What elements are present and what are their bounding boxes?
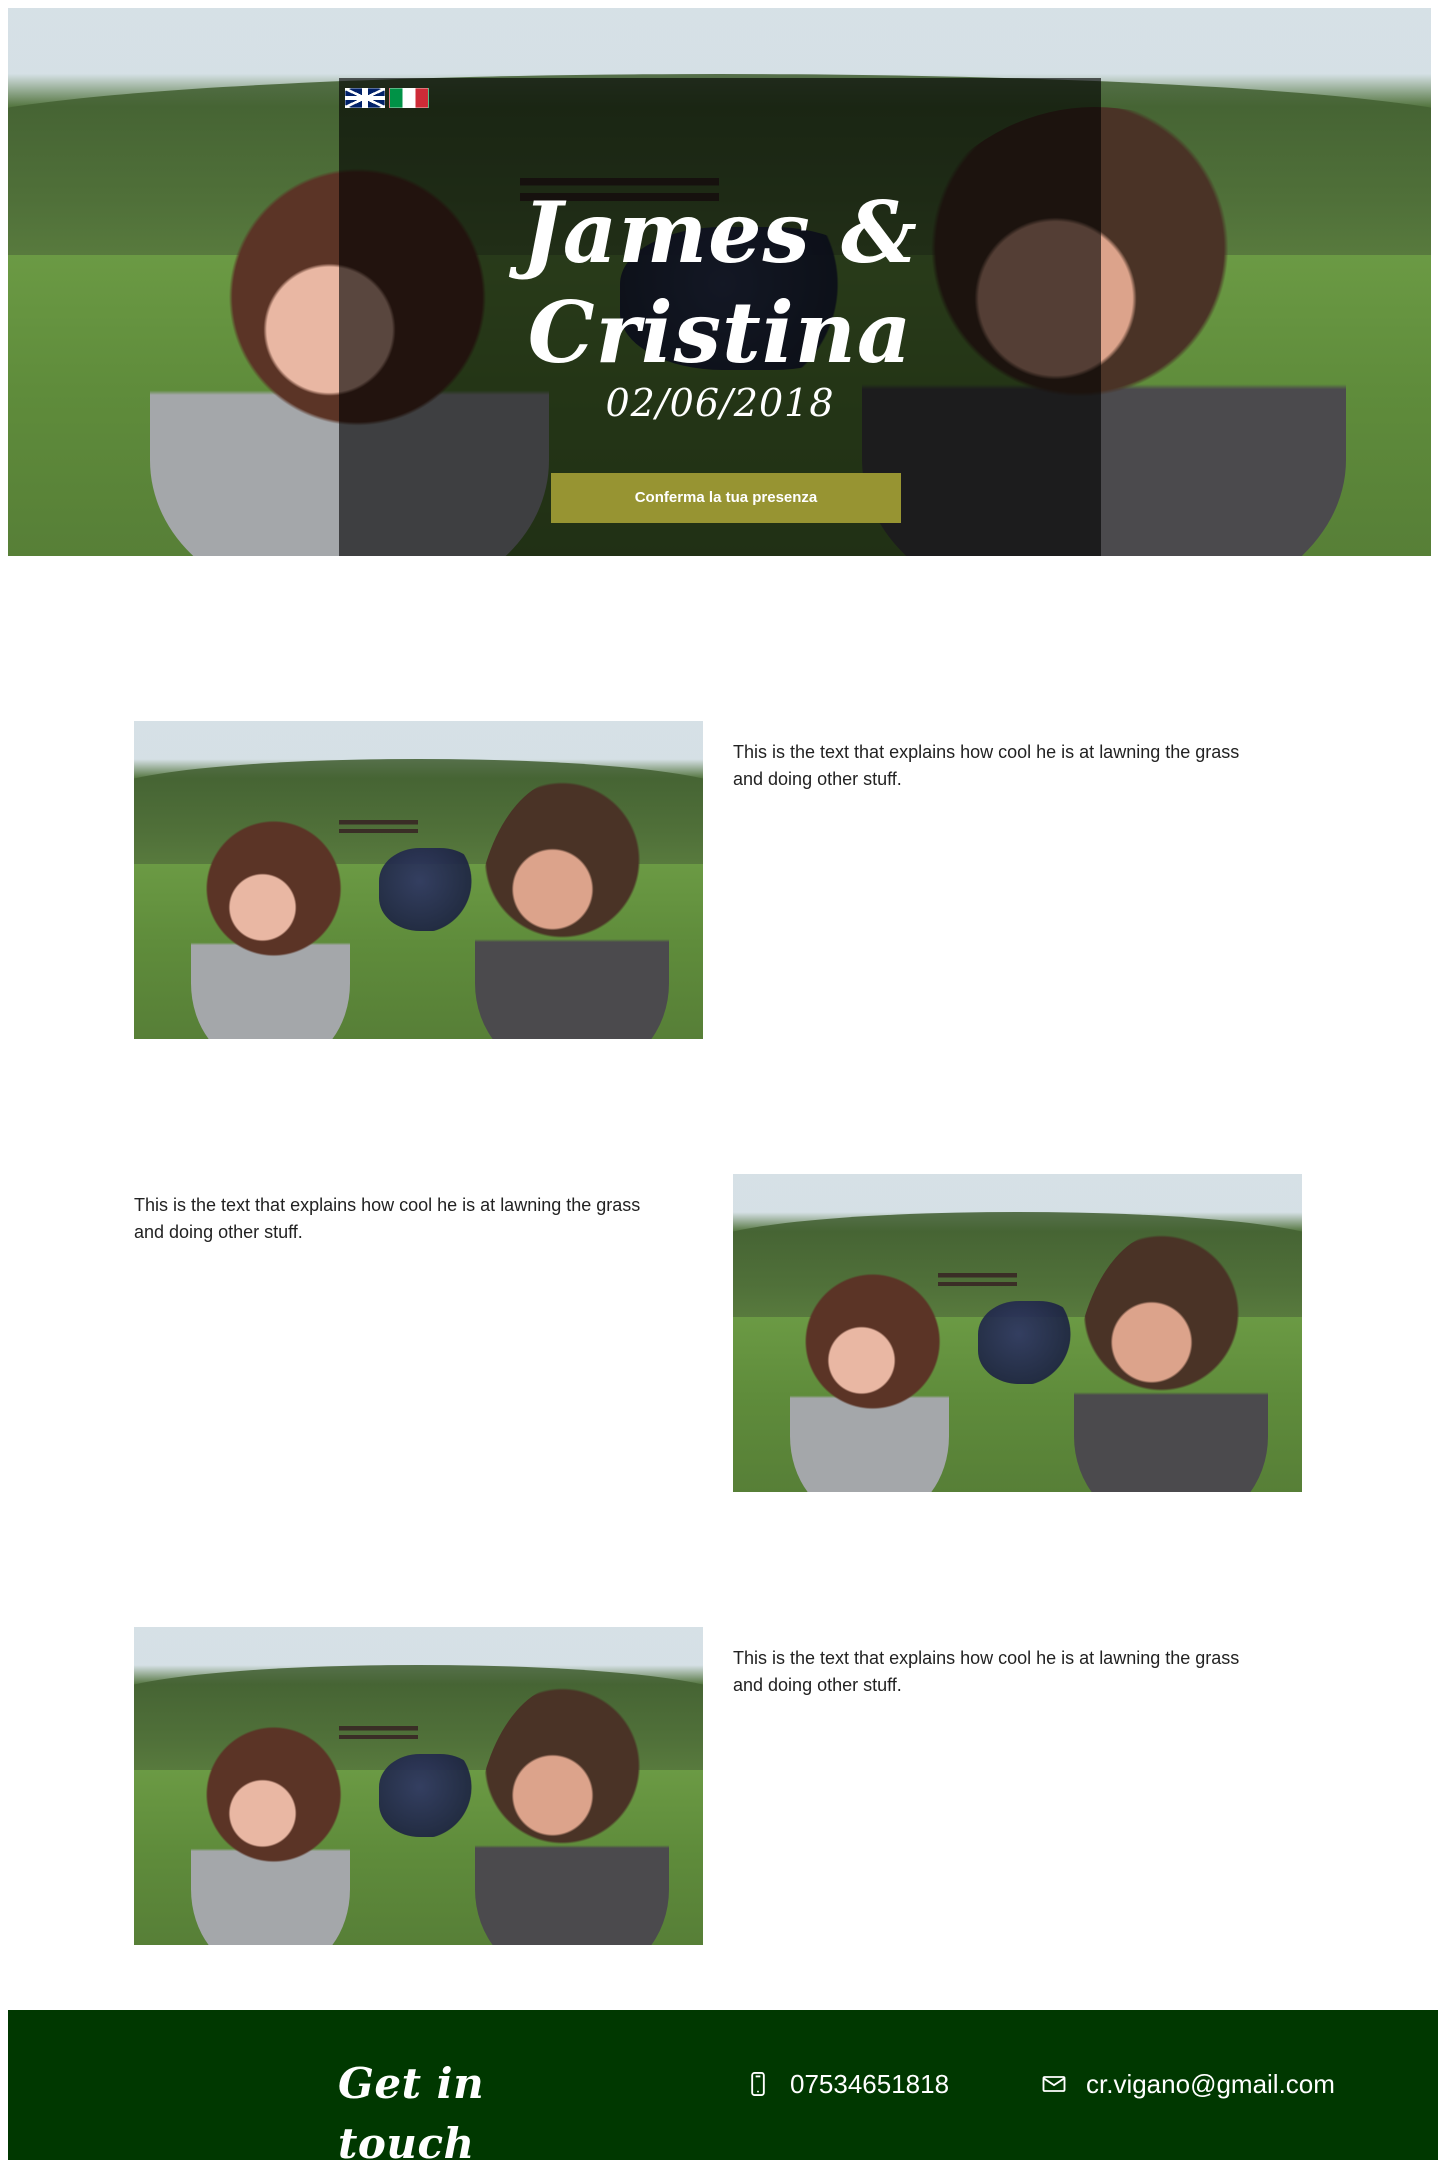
italy-flag-icon[interactable] — [389, 88, 429, 108]
mobile-phone-icon — [744, 2070, 772, 2098]
couple-names-title: James & Cristina — [522, 183, 918, 382]
story-section-1: This is the text that explains how cool … — [134, 721, 1302, 1039]
phone-number[interactable]: 07534651818 — [790, 2069, 949, 2100]
story-section-3: This is the text that explains how cool … — [134, 1627, 1302, 1945]
language-switcher — [345, 88, 429, 108]
story-text-2: This is the text that explains how cool … — [134, 1195, 641, 1242]
story-section-2: This is the text that explains how cool … — [134, 1174, 1302, 1492]
couple-photo-1 — [134, 721, 703, 1039]
story-text-1: This is the text that explains how cool … — [733, 742, 1240, 789]
footer-title: Get in touch — [338, 2059, 485, 2168]
phone-contact[interactable]: 07534651818 — [744, 2062, 949, 2106]
email-contact[interactable]: cr.vigano@gmail.com — [1040, 2062, 1335, 2106]
couple-photo-2 — [733, 1174, 1302, 1492]
footer-contact-bar: Get in touch 07534651818 cr.vigano@gmail… — [8, 2010, 1438, 2168]
hero-banner: James & Cristina 02/06/2018 Conferma la … — [8, 8, 1431, 556]
story-text-3: This is the text that explains how cool … — [733, 1648, 1240, 1695]
envelope-icon — [1040, 2070, 1068, 2098]
rsvp-button[interactable]: Conferma la tua presenza — [551, 473, 901, 523]
email-address[interactable]: cr.vigano@gmail.com — [1086, 2069, 1335, 2100]
wedding-date: 02/06/2018 — [605, 381, 835, 425]
uk-flag-icon[interactable] — [345, 88, 385, 108]
couple-photo-3 — [134, 1627, 703, 1945]
